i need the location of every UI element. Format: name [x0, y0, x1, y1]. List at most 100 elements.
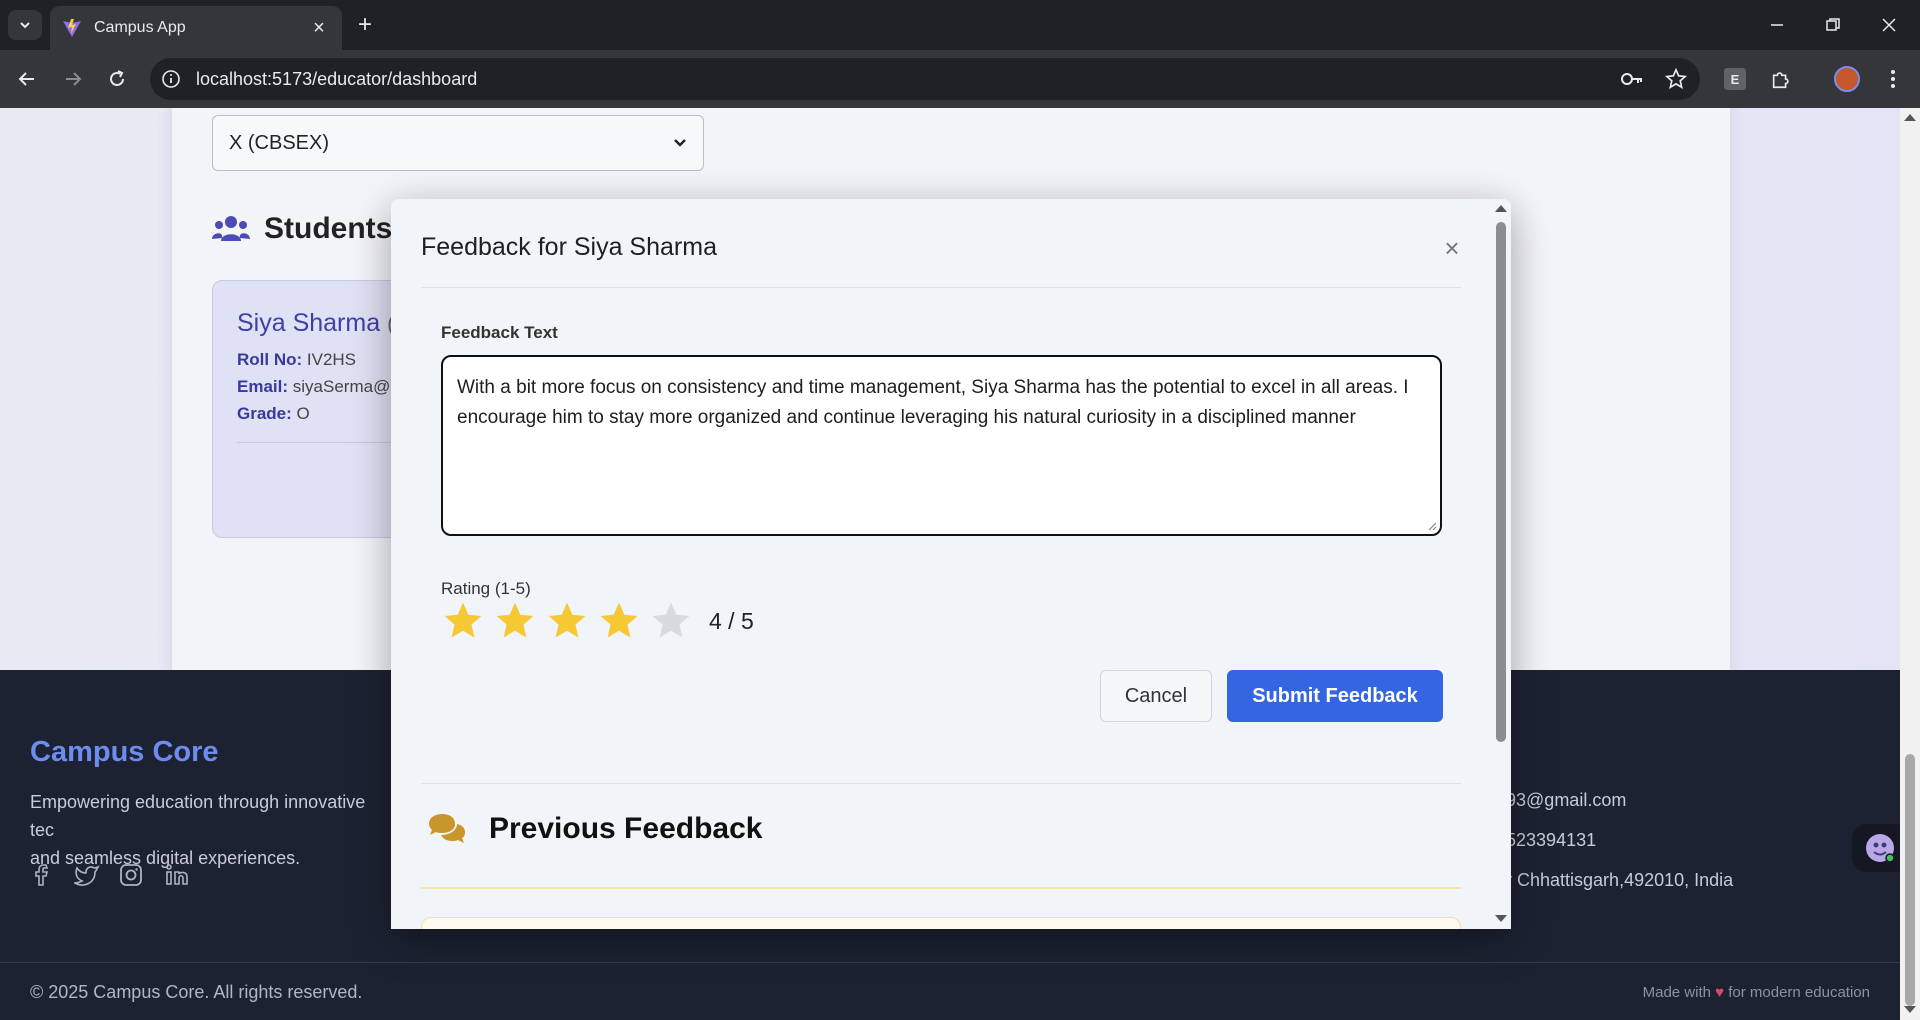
modal-section-divider: [421, 783, 1461, 784]
twitter-link[interactable]: [74, 862, 100, 888]
heart-icon: ♥: [1715, 984, 1725, 1001]
previous-feedback-title: Previous Feedback: [489, 812, 763, 845]
contact-phone[interactable]: 9523394131: [1496, 830, 1596, 851]
student-name-text: Siya Sharma: [237, 309, 381, 337]
chevron-down-icon: [674, 139, 686, 147]
copyright: © 2025 Campus Core. All rights reserved.: [30, 982, 363, 1002]
feedback-text-label: Feedback Text: [441, 323, 558, 342]
scroll-up-arrow-icon[interactable]: [1495, 205, 1507, 212]
reload-button[interactable]: [100, 62, 134, 96]
grade-label: Grade:: [237, 404, 292, 423]
reload-icon: [110, 70, 124, 86]
arrow-left-icon: [18, 72, 34, 86]
submit-feedback-button[interactable]: Submit Feedback: [1227, 670, 1443, 722]
class-select-value: X (CBSEX): [229, 131, 330, 154]
class-select[interactable]: X (CBSEX): [212, 115, 704, 171]
back-button[interactable]: [10, 62, 44, 96]
made-with: Made with ♥ for modern education: [1643, 984, 1870, 1001]
close-icon: [1882, 18, 1896, 32]
browser-menu-button[interactable]: [1876, 62, 1910, 96]
facebook-link[interactable]: [30, 862, 56, 888]
extension-e-icon: E: [1724, 68, 1746, 90]
page-viewport: X (CBSEX) Students Siya Sharma ( Roll No…: [0, 108, 1900, 1020]
page-scrollbar-thumb[interactable]: [1905, 754, 1915, 1006]
previous-feedback-underline: [421, 887, 1461, 889]
previous-feedback-card: [421, 917, 1461, 929]
modal-close-button[interactable]: ×: [1439, 235, 1465, 261]
restore-icon: [1826, 18, 1840, 31]
resize-grip-icon[interactable]: [1427, 521, 1437, 531]
contact-email[interactable]: 393@gmail.com: [1496, 790, 1626, 811]
minimize-button[interactable]: [1760, 10, 1794, 40]
profile-button[interactable]: [1830, 62, 1864, 96]
site-info-button[interactable]: [150, 58, 192, 100]
students-heading: Students: [212, 212, 392, 246]
footer-brand: Campus Core: [30, 736, 219, 768]
email-value: siyaSerma@g: [292, 377, 400, 396]
footer-divider: [0, 962, 1900, 963]
feedback-textarea[interactable]: With a bit more focus on consistency and…: [441, 355, 1442, 536]
chat-assistant-button[interactable]: [1852, 824, 1900, 872]
rating-value-text: 4 / 5: [709, 607, 754, 634]
star-icon[interactable]: [493, 599, 537, 643]
extensions-button[interactable]: [1764, 62, 1798, 96]
cancel-button[interactable]: Cancel: [1100, 670, 1212, 722]
bookmark-button[interactable]: [1664, 67, 1688, 91]
url-text: localhost:5173/educator/dashboard: [196, 68, 478, 89]
star-icon[interactable]: [545, 599, 589, 643]
arrow-right-icon: [66, 72, 82, 86]
address-bar[interactable]: localhost:5173/educator/dashboard: [150, 58, 1700, 100]
star-icon[interactable]: [649, 599, 693, 643]
chevron-down-icon: [20, 22, 30, 29]
browser-tab-bar: Campus App × +: [0, 0, 1920, 50]
tab-search-button[interactable]: [8, 10, 42, 40]
modal-scrollbar-thumb[interactable]: [1496, 222, 1506, 742]
forward-button[interactable]: [56, 62, 90, 96]
feedback-textarea-value: With a bit more focus on consistency and…: [457, 377, 1409, 428]
made-with-suffix: for modern education: [1728, 984, 1870, 1001]
extension-e-button[interactable]: E: [1718, 62, 1752, 96]
restore-button[interactable]: [1816, 10, 1850, 40]
roll-value: IV2HS: [306, 350, 357, 369]
close-window-button[interactable]: [1872, 10, 1906, 40]
close-icon: ×: [1444, 233, 1460, 263]
made-with-prefix: Made with: [1642, 984, 1711, 1001]
puzzle-icon: [1772, 72, 1789, 89]
page-scrollbar[interactable]: [1900, 108, 1920, 1020]
password-key-button[interactable]: [1620, 67, 1644, 91]
avatar: [1834, 66, 1860, 92]
minimize-icon: [1771, 24, 1783, 26]
linkedin-icon: [166, 864, 188, 885]
twitter-icon: [74, 865, 100, 886]
rating-stars: 4 / 5: [441, 599, 754, 643]
modal-scrollbar[interactable]: [1491, 199, 1511, 929]
info-icon: [162, 70, 180, 88]
key-icon: [1621, 73, 1642, 85]
page-scroll-up-icon[interactable]: [1904, 114, 1916, 121]
previous-feedback-heading: Previous Feedback: [427, 812, 762, 846]
scroll-down-arrow-icon[interactable]: [1495, 915, 1507, 922]
rating-label: Rating (1-5): [441, 579, 531, 598]
star-icon[interactable]: [441, 599, 485, 643]
footer-description: Empowering education through innovative …: [30, 788, 390, 872]
linkedin-link[interactable]: [164, 862, 190, 888]
contact-address: ur Chhattisgarh,492010, India: [1496, 870, 1734, 890]
star-outline-icon: [1665, 68, 1687, 89]
page-scroll-down-icon[interactable]: [1904, 1006, 1916, 1013]
star-icon[interactable]: [597, 599, 641, 643]
instagram-icon: [120, 864, 142, 886]
browser-toolbar: localhost:5173/educator/dashboard E: [0, 50, 1920, 108]
instagram-link[interactable]: [118, 862, 144, 888]
feedback-modal: Feedback for Siya Sharma × Feedback Text…: [391, 199, 1511, 929]
kebab-menu-icon: [1891, 70, 1895, 88]
email-label: Email:: [237, 377, 289, 396]
comments-icon: [429, 814, 465, 843]
tab-close-icon[interactable]: ×: [308, 17, 330, 40]
facebook-icon: [35, 864, 49, 886]
chat-avatar-icon: [1866, 834, 1895, 863]
modal-header-divider: [421, 287, 1461, 288]
footer-description-line1: Empowering education through innovative …: [30, 792, 366, 840]
users-icon: [212, 216, 250, 241]
browser-tab[interactable]: Campus App ×: [50, 6, 342, 50]
new-tab-button[interactable]: +: [352, 12, 378, 38]
